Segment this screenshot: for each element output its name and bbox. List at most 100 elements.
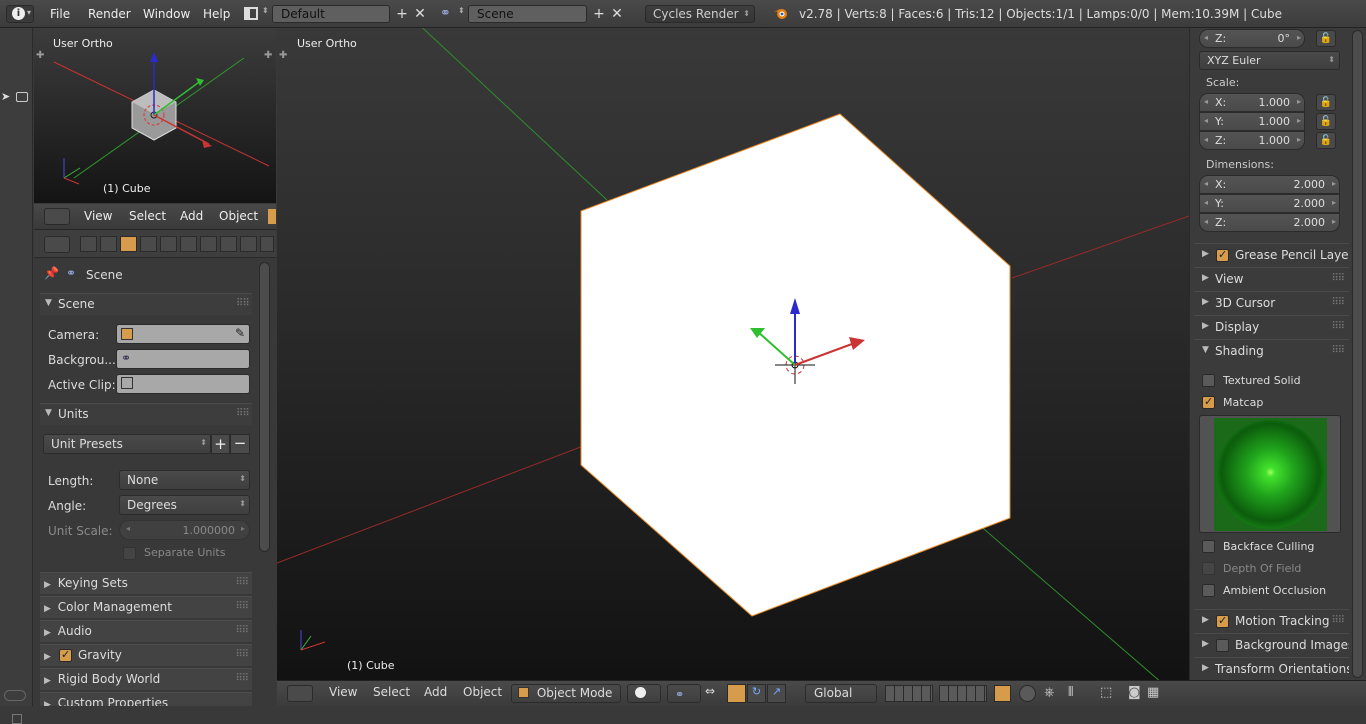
translate-manipulator-icon[interactable]	[727, 684, 746, 703]
lock-icon[interactable]: 🔓	[1316, 30, 1336, 47]
menu-render[interactable]: Render	[88, 7, 131, 21]
decrement-arrow-icon[interactable]: ◂	[1204, 97, 1208, 106]
custom-properties-panel[interactable]: ▶ Custom Properties	[40, 692, 252, 706]
background-field[interactable]: ⚭	[116, 349, 250, 369]
gravity-checkbox[interactable]	[59, 648, 72, 662]
data-tab-icon[interactable]	[220, 236, 237, 252]
camera-icon[interactable]	[16, 92, 28, 102]
close-scene-icon[interactable]: ✕	[609, 6, 625, 22]
properties-scrollbar[interactable]	[259, 262, 270, 552]
decrement-arrow-icon[interactable]: ◂	[126, 524, 130, 533]
decrement-arrow-icon[interactable]: ◂	[1204, 198, 1208, 207]
matcap-checkbox[interactable]	[1202, 395, 1215, 409]
menu-select[interactable]: Select	[129, 209, 166, 223]
rotation-z-field[interactable]: ◂ Z: 0° ▸	[1199, 29, 1305, 48]
dimension-y-field[interactable]: ◂ Y: 2.000 ▸	[1199, 194, 1340, 213]
audio-panel[interactable]: ▶ Audio ⠿⠿	[40, 620, 252, 642]
scene-icon[interactable]: ⚭	[440, 6, 451, 21]
add-preset-button[interactable]: +	[211, 434, 230, 454]
increment-arrow-icon[interactable]: ▸	[1297, 97, 1301, 106]
separate-units-checkbox[interactable]	[123, 547, 136, 560]
drag-grip-icon[interactable]: ⠿⠿	[236, 408, 250, 419]
rotate-manipulator-icon[interactable]: ↻	[747, 684, 766, 703]
render-preview-icon[interactable]: ⬚	[1100, 685, 1112, 700]
toggle-icon[interactable]	[4, 690, 26, 701]
drag-grip-icon[interactable]: ⠿⠿	[1331, 345, 1345, 356]
transform-orientation-dropdown[interactable]: Global	[805, 684, 877, 703]
menu-add[interactable]: Add	[424, 685, 447, 703]
menu-view[interactable]: View	[84, 209, 112, 223]
editor-type-icon[interactable]	[44, 236, 70, 253]
rotation-mode-dropdown[interactable]: XYZ Euler ⬍	[1199, 51, 1340, 70]
world-tab-icon[interactable]	[140, 236, 157, 252]
render-engine-dropdown[interactable]: Cycles Render ⬍	[645, 5, 755, 23]
editor-type-icon[interactable]	[287, 685, 313, 702]
menu-object[interactable]: Object	[463, 685, 502, 703]
screen-layout-icon[interactable]	[244, 7, 258, 20]
gravity-panel[interactable]: ▶ Gravity ⠿⠿	[40, 644, 252, 666]
cursor-section[interactable]: ▶ 3D Cursor ⠿⠿	[1194, 291, 1350, 313]
drag-grip-icon[interactable]: ⠿⠿	[235, 625, 249, 636]
background-images-checkbox[interactable]	[1216, 639, 1229, 652]
object-tab-icon[interactable]	[160, 236, 177, 252]
drag-grip-icon[interactable]: ⠿⠿	[1331, 297, 1345, 308]
backface-culling-checkbox[interactable]	[1202, 540, 1215, 553]
remove-preset-button[interactable]: −	[230, 434, 250, 454]
active-clip-field[interactable]	[116, 374, 250, 394]
angle-dropdown[interactable]: Degrees ⬍	[119, 495, 250, 515]
drag-grip-icon[interactable]: ⠿⠿	[235, 673, 249, 684]
info-editor-button[interactable]: i ▾	[6, 5, 34, 23]
textured-solid-checkbox[interactable]	[1202, 374, 1215, 387]
render-layers-tab-icon[interactable]	[100, 236, 117, 252]
camera-render-icon[interactable]: ◙	[1128, 685, 1141, 700]
display-section[interactable]: ▶ Display ⠿⠿	[1194, 315, 1350, 337]
menu-view[interactable]: View	[329, 685, 357, 703]
menu-window[interactable]: Window	[143, 7, 190, 21]
decrement-arrow-icon[interactable]: ◂	[1204, 116, 1208, 125]
mode-icon[interactable]	[268, 209, 276, 224]
decrement-arrow-icon[interactable]: ◂	[1204, 217, 1208, 226]
pin-icon[interactable]: 📌	[44, 266, 59, 280]
constraints-tab-icon[interactable]	[180, 236, 197, 252]
transform-orientations-section[interactable]: ▶ Transform Orientations	[1194, 657, 1353, 679]
motion-tracking-section[interactable]: ▶ Motion Tracking ⠿⠿	[1194, 609, 1350, 631]
material-tab-icon[interactable]	[240, 236, 257, 252]
rigid-body-world-panel[interactable]: ▶ Rigid Body World ⠿⠿	[40, 668, 252, 690]
unit-scale-field[interactable]: ◂ 1.000000 ▸	[119, 520, 250, 540]
ambient-occlusion-checkbox[interactable]	[1202, 584, 1215, 597]
increment-arrow-icon[interactable]: ▸	[1332, 179, 1336, 188]
shading-section[interactable]: ▼ Shading ⠿⠿	[1194, 339, 1350, 361]
layers-grid-2[interactable]	[939, 685, 987, 702]
proportional-edit-icon[interactable]	[1019, 685, 1036, 702]
decrement-arrow-icon[interactable]: ◂	[1204, 33, 1208, 42]
scale-z-field[interactable]: ◂ Z: 1.000 ▸	[1199, 131, 1305, 150]
matcap-preview[interactable]	[1199, 415, 1341, 533]
increment-arrow-icon[interactable]: ▸	[1332, 217, 1336, 226]
menu-file[interactable]: File	[50, 7, 70, 21]
modifiers-tab-icon[interactable]	[200, 236, 217, 252]
editor-type-icon[interactable]	[44, 208, 70, 225]
scale-manipulator-icon[interactable]: ↗	[767, 684, 786, 703]
texture-tab-icon[interactable]	[260, 236, 274, 252]
menu-help[interactable]: Help	[203, 7, 230, 21]
increment-arrow-icon[interactable]: ▸	[241, 524, 245, 533]
clapper-icon[interactable]: ▦	[1147, 685, 1159, 700]
snap-element-icon[interactable]: ⫴	[1068, 685, 1073, 700]
keying-sets-panel[interactable]: ▶ Keying Sets ⠿⠿	[40, 572, 252, 594]
scene-tab-icon[interactable]	[120, 236, 137, 252]
lock-icon[interactable]: 🔓	[1316, 132, 1336, 149]
motion-tracking-checkbox[interactable]	[1216, 614, 1229, 628]
increment-arrow-icon[interactable]: ▸	[1332, 198, 1336, 207]
drag-grip-icon[interactable]: ⠿⠿	[235, 649, 249, 660]
lock-layers-icon[interactable]	[994, 685, 1011, 702]
length-dropdown[interactable]: None ⬍	[119, 470, 250, 490]
lock-icon[interactable]: 🔓	[1316, 94, 1336, 111]
increment-arrow-icon[interactable]: ▸	[1297, 135, 1301, 144]
menu-add[interactable]: Add	[180, 209, 203, 223]
scene-panel-header[interactable]: ▼ Scene ⠿⠿	[40, 293, 252, 315]
drag-grip-icon[interactable]: ⠿⠿	[1331, 273, 1345, 284]
screen-layout-field[interactable]: Default	[272, 5, 390, 23]
dimension-z-field[interactable]: ◂ Z: 2.000 ▸	[1199, 213, 1340, 232]
drag-grip-icon[interactable]: ⠿⠿	[235, 601, 249, 612]
render-tab-icon[interactable]	[80, 236, 97, 252]
